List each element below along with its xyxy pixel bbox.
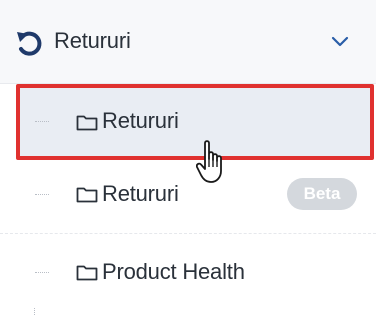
tree-item-label: Product Health bbox=[102, 259, 245, 284]
chevron-down-icon[interactable] bbox=[331, 36, 349, 48]
tree-item-product-health[interactable]: Product Health bbox=[0, 234, 376, 308]
tree-item-label: Retururi bbox=[102, 181, 179, 206]
tree-item-label: Retururi bbox=[102, 108, 179, 133]
undo-arrow-icon bbox=[17, 31, 42, 56]
header-title: Retururi bbox=[54, 28, 131, 53]
folder-icon bbox=[76, 265, 98, 281]
folder-icon bbox=[76, 115, 98, 131]
menu-panel: Retururi Retururi Retururi Beta Product … bbox=[0, 0, 376, 315]
returns-menu-header[interactable]: Retururi bbox=[0, 0, 376, 84]
tree-connector bbox=[35, 121, 49, 122]
tree-connector bbox=[35, 272, 49, 273]
tree-item-retururi-active[interactable]: Retururi bbox=[16, 84, 374, 160]
folder-icon bbox=[76, 187, 98, 203]
tree-connector bbox=[35, 194, 49, 195]
beta-badge: Beta bbox=[287, 178, 357, 210]
hand-pointer-cursor-icon bbox=[196, 140, 222, 183]
